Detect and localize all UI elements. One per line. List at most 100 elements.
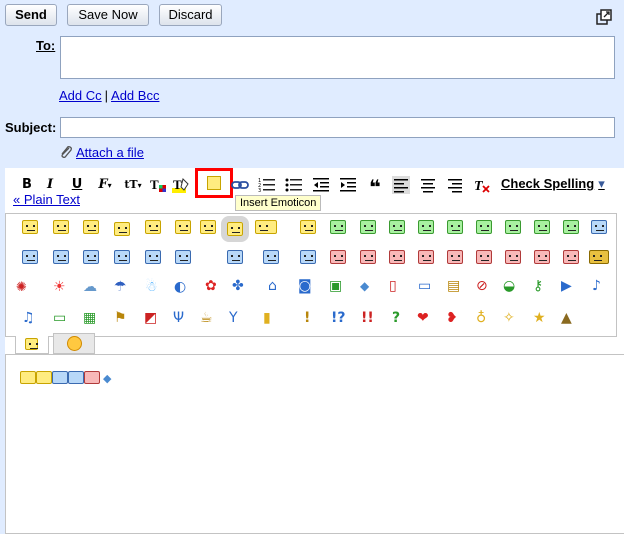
smiley-icon[interactable]: [360, 220, 376, 234]
smiley-icon[interactable]: [534, 250, 550, 264]
smiley-icon[interactable]: [83, 220, 99, 234]
smiley-icon[interactable]: [476, 220, 492, 234]
send-button[interactable]: Send: [5, 4, 57, 26]
to-label[interactable]: To:: [36, 38, 55, 53]
smiley-icon[interactable]: [22, 250, 38, 264]
add-cc-link[interactable]: Add Cc: [59, 88, 102, 103]
coffee-icon[interactable]: ☕: [200, 310, 213, 326]
double-exclamation-icon[interactable]: !!: [361, 310, 374, 326]
smiley-icon[interactable]: [114, 222, 130, 236]
exclamation-icon[interactable]: !: [304, 310, 310, 326]
smiley-icon[interactable]: [227, 250, 243, 264]
smiley-icon[interactable]: [22, 220, 38, 234]
music-notes-icon[interactable]: ♫: [22, 310, 35, 326]
remove-formatting-icon[interactable]: T: [473, 176, 491, 194]
smiley-icon[interactable]: [53, 250, 69, 264]
smiley-icon[interactable]: [505, 220, 521, 234]
insert-emoticon-button[interactable]: [195, 168, 233, 198]
smiley-icon[interactable]: [200, 220, 216, 234]
cocktail-icon[interactable]: Y: [229, 310, 238, 326]
phone-icon[interactable]: ▯: [389, 278, 397, 294]
smiley-icon[interactable]: [534, 220, 550, 234]
text-color-icon[interactable]: T: [149, 176, 167, 194]
computer-icon[interactable]: ▭: [418, 278, 431, 294]
moon-icon[interactable]: ◐: [174, 279, 186, 295]
bag-icon[interactable]: ▤: [447, 278, 460, 294]
snowman-icon[interactable]: ☃: [145, 279, 158, 295]
smiley-icon[interactable]: [476, 250, 492, 264]
star-icon[interactable]: ★: [533, 310, 546, 326]
smiley-icon[interactable]: [447, 250, 463, 264]
tv-icon[interactable]: ▭: [53, 310, 66, 326]
plain-text-link[interactable]: « Plain Text: [13, 192, 80, 207]
to-field[interactable]: [60, 36, 615, 79]
outdent-icon[interactable]: [312, 176, 330, 194]
smiley-icon[interactable]: [300, 250, 316, 264]
heart-icon[interactable]: ❤: [417, 310, 429, 326]
discard-button[interactable]: Discard: [159, 4, 222, 26]
beer-icon[interactable]: ▮: [263, 310, 271, 326]
popout-icon[interactable]: [596, 9, 612, 25]
broken-heart-icon[interactable]: ❥: [446, 310, 458, 326]
add-bcc-link[interactable]: Add Bcc: [111, 88, 159, 103]
attach-file-link[interactable]: Attach a file: [76, 145, 144, 160]
smiley-icon[interactable]: [418, 220, 434, 234]
car-icon[interactable]: ◒: [503, 278, 515, 294]
poop-icon[interactable]: ▲: [561, 310, 572, 326]
smiley-icon[interactable]: [389, 220, 405, 234]
boot-icon[interactable]: ⚑: [114, 310, 127, 326]
align-left-icon[interactable]: [392, 176, 410, 194]
check-spelling-link[interactable]: Check Spelling ▾: [501, 176, 605, 192]
camera-icon[interactable]: ◙: [298, 278, 312, 294]
smiley-icon[interactable]: [360, 250, 376, 264]
indent-icon[interactable]: [339, 176, 357, 194]
ball-icon[interactable]: ⊘: [476, 278, 488, 294]
smiley-icon[interactable]: [330, 220, 346, 234]
quote-icon[interactable]: ❝: [366, 176, 384, 198]
align-center-icon[interactable]: [419, 176, 437, 194]
bullet-list-icon[interactable]: [285, 176, 303, 194]
save-now-button[interactable]: Save Now: [67, 4, 149, 26]
smiley-icon[interactable]: [221, 216, 249, 242]
size-button[interactable]: tT▾: [121, 176, 145, 194]
smiley-icon[interactable]: [563, 250, 579, 264]
radio-icon[interactable]: ▦: [83, 310, 96, 326]
smiley-icon[interactable]: [591, 220, 607, 234]
video-camera-icon[interactable]: ▶: [561, 278, 572, 294]
smiley-icon[interactable]: [589, 250, 609, 264]
smiley-icon[interactable]: [389, 250, 405, 264]
link-icon[interactable]: [231, 176, 249, 194]
tab-classic-emoticons[interactable]: [15, 336, 49, 354]
crab-icon[interactable]: ✺: [16, 280, 27, 296]
house-icon[interactable]: ⌂: [268, 278, 277, 294]
message-body[interactable]: ◆: [5, 354, 624, 534]
numbered-list-icon[interactable]: 123: [258, 176, 276, 194]
smiley-icon[interactable]: [505, 250, 521, 264]
question-icon[interactable]: ?: [392, 310, 400, 326]
tab-new-emoticons[interactable]: [53, 333, 95, 354]
sun-icon[interactable]: ☀: [53, 279, 66, 295]
eraser-icon[interactable]: ◆: [360, 278, 369, 294]
bulb-icon[interactable]: ♁: [476, 310, 486, 326]
smiley-icon[interactable]: [563, 220, 579, 234]
smiley-icon[interactable]: [175, 250, 191, 264]
smiley-icon[interactable]: [330, 250, 346, 264]
smiley-icon[interactable]: [53, 220, 69, 234]
smiley-icon[interactable]: [145, 250, 161, 264]
smiley-icon[interactable]: [175, 220, 191, 234]
cake-icon[interactable]: ◩: [144, 310, 157, 326]
smiley-icon[interactable]: [263, 250, 279, 264]
smiley-icon[interactable]: [300, 220, 316, 234]
font-button[interactable]: F▾: [93, 176, 117, 194]
subject-field[interactable]: [60, 117, 615, 138]
smiley-icon[interactable]: [255, 220, 277, 234]
align-right-icon[interactable]: [446, 176, 464, 194]
clover-icon[interactable]: ✤: [232, 278, 244, 294]
smiley-icon[interactable]: [145, 220, 161, 234]
interrobang-icon[interactable]: !?: [331, 310, 346, 326]
music-note-icon[interactable]: ♪: [592, 278, 601, 294]
fork-knife-icon[interactable]: Ψ: [173, 310, 184, 326]
cloud-icon[interactable]: ☁: [83, 279, 97, 295]
smiley-icon[interactable]: [447, 220, 463, 234]
gift-icon[interactable]: ▣: [329, 278, 342, 294]
